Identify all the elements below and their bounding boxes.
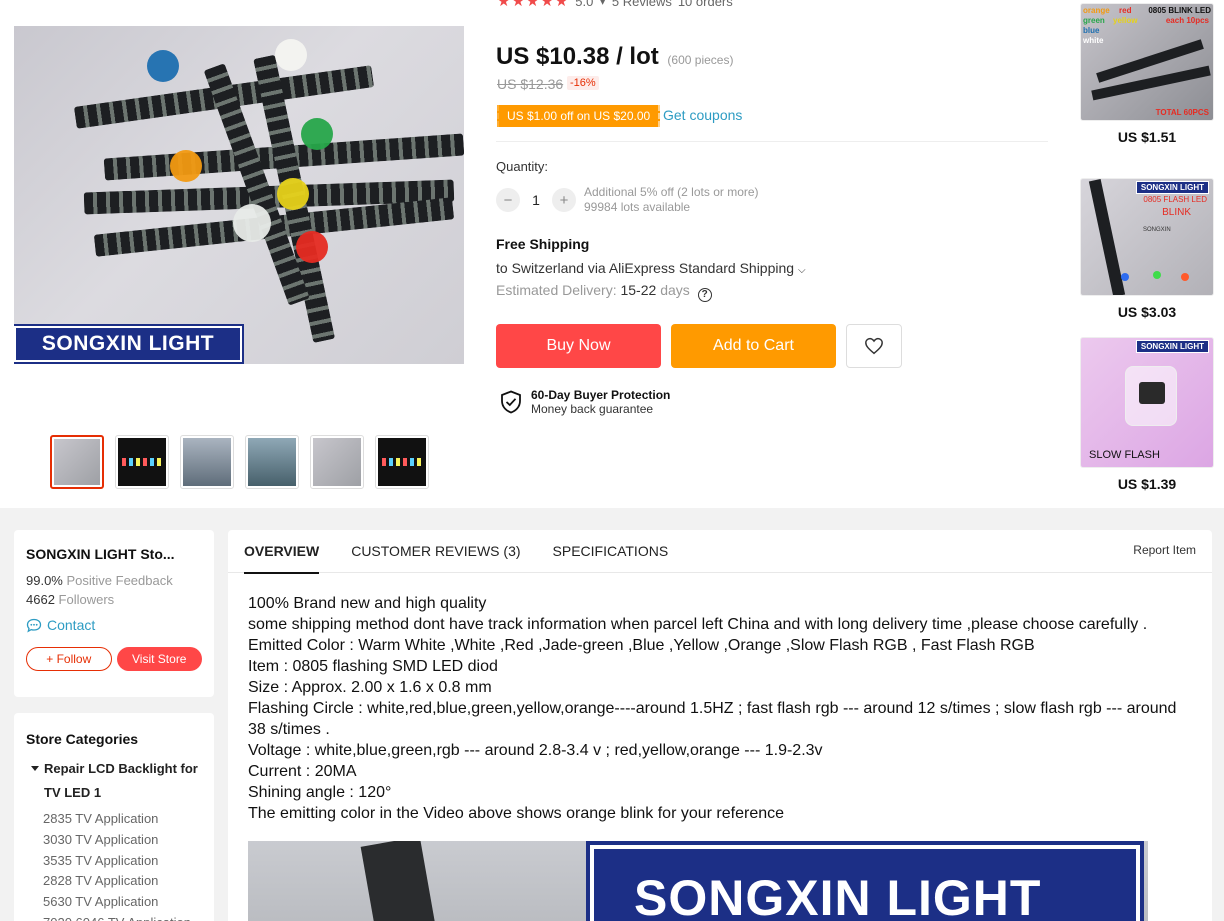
thumbnail-6[interactable] — [375, 435, 429, 489]
recommended-item[interactable]: orange red green yellow blue white 0805 … — [1080, 3, 1214, 145]
help-icon[interactable]: ? — [697, 288, 712, 302]
white-led-dot — [275, 39, 307, 71]
quantity-increase-button[interactable]: + — [552, 188, 576, 212]
product-section: SONGXIN LIGHT ★★★★★ 5.0 ▾ 5 Reviews 10 o… — [0, 0, 1224, 508]
store-card: SONGXIN LIGHT Sto... 99.0% Positive Feed… — [14, 530, 214, 697]
recommended-item-price[interactable]: US $3.03 — [1080, 304, 1214, 320]
buyer-protection: 60-Day Buyer Protection Money back guara… — [500, 388, 670, 416]
chevron-down-icon: ⌵ — [797, 265, 806, 276]
recommended-item-image[interactable]: SONGXIN LIGHT 0805 FLASH LED BLINK SONGX… — [1080, 178, 1214, 296]
chat-icon — [26, 618, 42, 632]
recommended-item-price[interactable]: US $1.51 — [1080, 129, 1214, 145]
red-led-dot — [296, 231, 328, 263]
store-name[interactable]: SONGXIN LIGHT Sto... — [26, 546, 202, 562]
category-item[interactable]: 2828 TV Application — [26, 871, 202, 892]
heart-icon — [865, 337, 883, 355]
add-to-cart-button[interactable]: Add to Cart — [671, 324, 836, 368]
category-item[interactable]: 3535 TV Application — [26, 851, 202, 872]
product-description-panel: OVERVIEW CUSTOMER REVIEWS (3) SPECIFICAT… — [228, 530, 1212, 921]
shipping-title: Free Shipping — [496, 236, 590, 252]
category-item[interactable]: 7020 6046 TV Application — [26, 913, 202, 921]
detail-tabs: OVERVIEW CUSTOMER REVIEWS (3) SPECIFICAT… — [228, 530, 1212, 574]
shield-check-icon — [501, 390, 521, 414]
shipping-method[interactable]: to Switzerland via AliExpress Standard S… — [496, 260, 806, 276]
tab-specifications[interactable]: SPECIFICATIONS — [553, 530, 669, 573]
thumbnail-5[interactable] — [310, 435, 364, 489]
categories-title: Store Categories — [26, 731, 139, 747]
quantity-label: Quantity: — [496, 159, 549, 174]
buy-now-button[interactable]: Buy Now — [496, 324, 661, 368]
thumbnail-4[interactable] — [245, 435, 299, 489]
rating-score: 5.0 — [575, 0, 594, 9]
visit-store-button[interactable]: Visit Store — [116, 647, 202, 671]
thumbnail-2[interactable] — [115, 435, 169, 489]
recommended-item[interactable]: SONGXIN LIGHT SLOW FLASH US $1.39 — [1080, 337, 1214, 492]
description-brand-banner: SONGXIN LIGHT — [586, 841, 1144, 921]
rating-stars: ★★★★★ — [497, 0, 570, 10]
recommended-item-image[interactable]: SONGXIN LIGHT SLOW FLASH — [1080, 337, 1214, 468]
tab-overview[interactable]: OVERVIEW — [244, 531, 320, 574]
thumbnail-strip — [50, 435, 429, 489]
white-led-dot — [233, 204, 271, 242]
category-item[interactable]: 2835 TV Application — [26, 809, 202, 830]
discount-badge: -16% — [567, 76, 599, 90]
recommended-item-image[interactable]: orange red green yellow blue white 0805 … — [1080, 3, 1214, 121]
followers: 4662 Followers — [26, 592, 115, 607]
category-parent[interactable]: Repair LCD Backlight for TV LED 1 — [26, 757, 202, 805]
orange-led-dot — [170, 150, 202, 182]
tab-customer-reviews[interactable]: CUSTOMER REVIEWS (3) — [351, 530, 520, 573]
estimated-delivery: Estimated Delivery: 15-22 days ? — [496, 282, 712, 302]
description-image: SONGXIN LIGHT — [248, 841, 1148, 921]
recommended-item[interactable]: SONGXIN LIGHT 0805 FLASH LED BLINK SONGX… — [1080, 178, 1214, 320]
quantity-note: Additional 5% off (2 lots or more) 99984… — [584, 185, 759, 214]
quantity-decrease-button[interactable]: − — [496, 188, 520, 212]
thumbnail-1[interactable] — [50, 435, 104, 489]
brand-banner: SONGXIN LIGHT — [14, 324, 244, 364]
green-led-dot — [301, 118, 333, 150]
blue-led-dot — [147, 50, 179, 82]
category-item[interactable]: 5630 TV Application — [26, 892, 202, 913]
description-text: 100% Brand new and high quality some shi… — [248, 595, 1177, 822]
positive-feedback: 99.0% Positive Feedback — [26, 573, 173, 588]
orders-count: 10 orders — [677, 0, 733, 9]
category-item[interactable]: 3030 TV Application — [26, 830, 202, 851]
get-coupons-link[interactable]: Get coupons — [663, 107, 742, 123]
pieces-count: (600 pieces) — [667, 53, 734, 67]
store-categories: Store Categories Repair LCD Backlight fo… — [14, 713, 214, 921]
main-product-image[interactable]: SONGXIN LIGHT — [14, 26, 464, 364]
divider — [496, 141, 1048, 142]
follow-button[interactable]: + Follow — [26, 647, 112, 671]
details-section: SONGXIN LIGHT Sto... 99.0% Positive Feed… — [0, 508, 1224, 921]
contact-link[interactable]: Contact — [26, 617, 202, 633]
quantity-value[interactable]: 1 — [530, 192, 542, 208]
reviews-count[interactable]: 5 Reviews — [612, 0, 672, 9]
store-actions: + Follow Visit Store — [26, 647, 202, 671]
coupon-badge[interactable]: US $1.00 off on US $20.00 — [497, 105, 661, 127]
report-item-link[interactable]: Report Item — [1133, 543, 1196, 557]
yellow-led-dot — [277, 178, 309, 210]
rating-row: ★★★★★ 5.0 ▾ 5 Reviews 10 orders — [497, 0, 733, 10]
category-list: 2835 TV Application 3030 TV Application … — [26, 809, 202, 921]
original-price: US $12.36 — [497, 76, 564, 92]
product-price: US $10.38 / lot (600 pieces) — [496, 43, 734, 70]
thumbnail-3[interactable] — [180, 435, 234, 489]
wishlist-button[interactable] — [846, 324, 902, 368]
quantity-stepper: − 1 + — [496, 188, 576, 212]
recommended-item-price[interactable]: US $1.39 — [1080, 476, 1214, 492]
